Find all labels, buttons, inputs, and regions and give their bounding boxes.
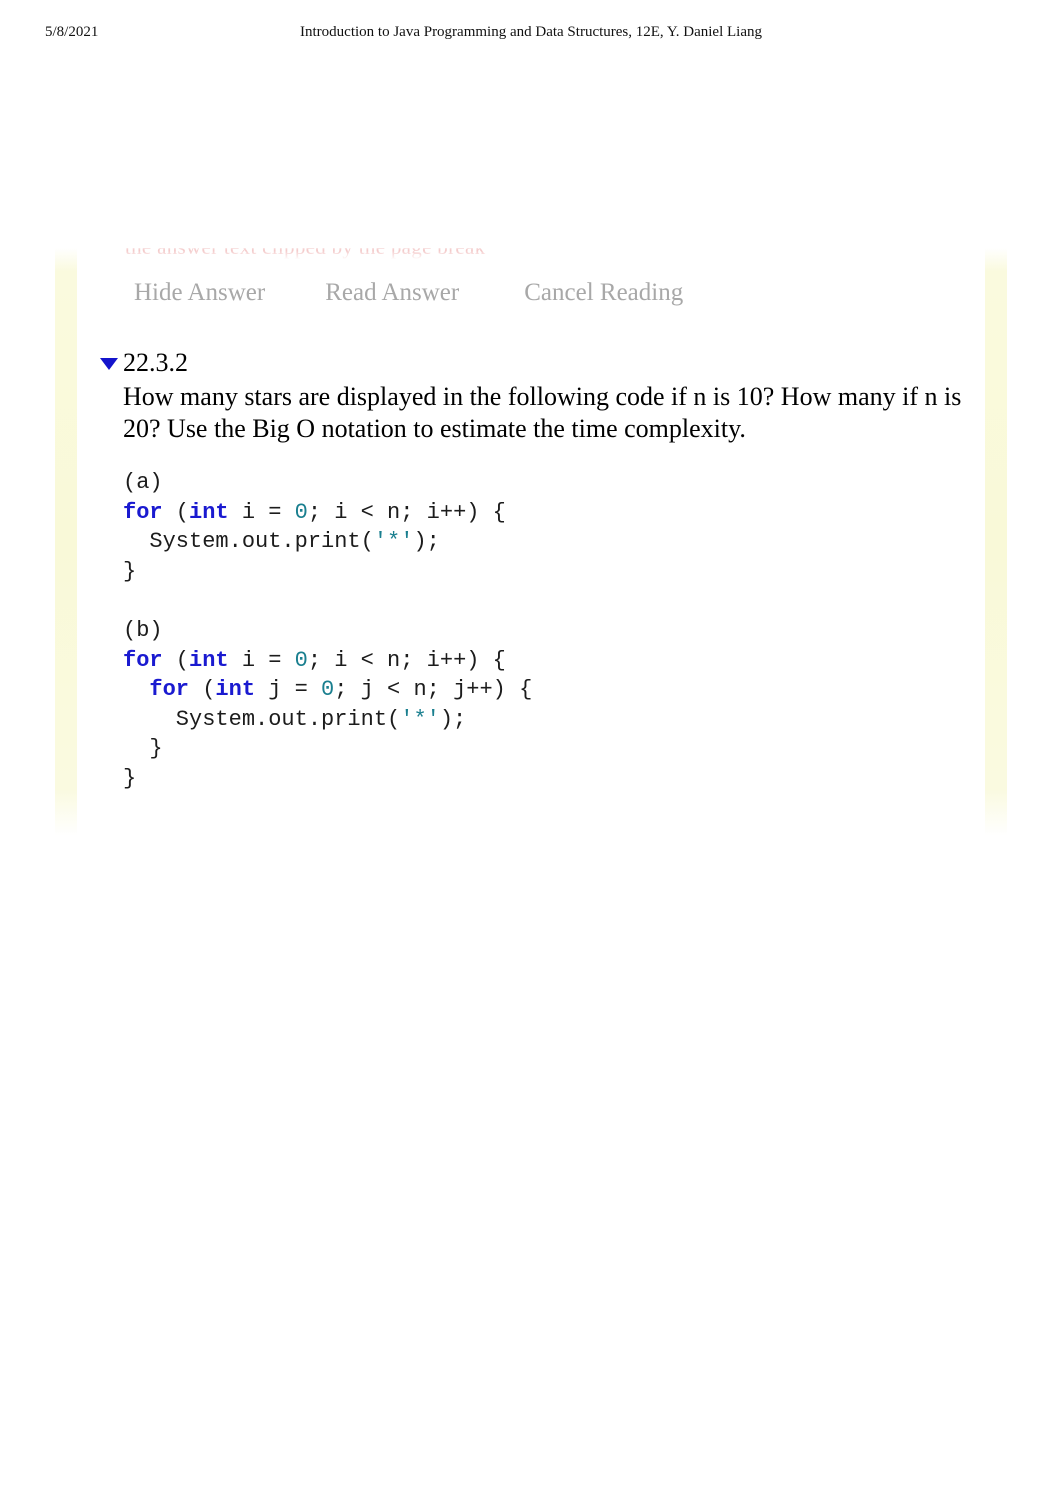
- code-token: int: [189, 647, 229, 673]
- clipped-answer-preview-text: the answer text clipped by the page brea…: [125, 248, 585, 260]
- code-token: );: [439, 706, 467, 732]
- code-token: ; j < n; j++) {: [334, 677, 533, 702]
- exercise-question-text: How many stars are displayed in the foll…: [123, 382, 962, 443]
- code-token: 0: [321, 677, 335, 702]
- code-token: for: [123, 499, 163, 525]
- code-token: i =: [228, 647, 295, 673]
- code-token: ; i < n; i++) {: [307, 499, 506, 525]
- code-token: ; i < n; i++) {: [307, 647, 506, 673]
- triangle-down-icon[interactable]: [100, 358, 118, 370]
- code-token: }: [123, 736, 163, 761]
- page-gutter-left: [55, 248, 77, 836]
- exercise-block: 22.3.2 How many stars are displayed in t…: [100, 348, 1000, 815]
- code-token: 0: [294, 647, 308, 673]
- code-token: 0: [294, 499, 308, 525]
- captured-page-region: the answer text clipped by the page brea…: [55, 248, 1007, 836]
- code-token: (b): [123, 618, 163, 643]
- read-answer-button[interactable]: Read Answer: [325, 277, 459, 309]
- page-header: 5/8/2021 Introduction to Java Programmin…: [0, 22, 1062, 46]
- code-token: (: [162, 647, 190, 673]
- code-listing-b: (b) for (int i = 0; i < n; i++) { for (i…: [123, 616, 1000, 793]
- code-listing-a: (a) for (int i = 0; i < n; i++) { System…: [123, 468, 1000, 586]
- code-token: int: [189, 499, 229, 525]
- code-token: '*': [400, 706, 440, 732]
- code-token: int: [215, 677, 256, 702]
- code-token: }: [123, 558, 137, 584]
- code-token: i =: [228, 499, 295, 525]
- clipped-answer-preview: the answer text clipped by the page brea…: [125, 248, 585, 264]
- exercise-number: 22.3.2: [123, 348, 188, 377]
- code-token: for: [149, 677, 190, 702]
- code-token: '*': [373, 529, 414, 554]
- code-token: for: [123, 647, 163, 673]
- code-token: System.out.print(: [123, 706, 401, 732]
- answer-controls-row: Hide Answer Read Answer Cancel Reading: [134, 277, 683, 309]
- code-token: System.out.print(: [123, 529, 374, 554]
- exercise-heading: 22.3.2: [100, 348, 1000, 378]
- code-token: (: [189, 677, 216, 702]
- hide-answer-button[interactable]: Hide Answer: [134, 277, 265, 309]
- code-token: );: [413, 529, 440, 554]
- code-token: (: [162, 499, 190, 525]
- code-token: j =: [255, 677, 322, 702]
- header-book-title: Introduction to Java Programming and Dat…: [300, 24, 762, 40]
- cancel-reading-button[interactable]: Cancel Reading: [524, 277, 683, 309]
- code-token: }: [123, 765, 137, 791]
- code-token: (a): [123, 470, 163, 495]
